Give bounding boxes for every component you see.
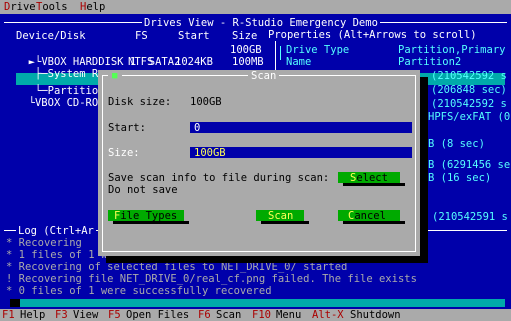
disk-size-value: 100GB [190, 96, 222, 108]
properties-panel-title: Properties (Alt+Arrows to scroll) [266, 29, 479, 41]
fn-label-help[interactable]: Help [20, 309, 45, 321]
property-value: B (8 sec) [428, 138, 485, 150]
partition-start: 1024KB [175, 56, 213, 68]
cancel-button-shadow [343, 221, 405, 224]
menu-bar: Drive Tools Help [0, 0, 511, 14]
column-size[interactable]: Size [232, 30, 257, 42]
menu-tools[interactable]: Tools [36, 1, 68, 13]
properties-tree-line [280, 46, 281, 60]
start-input[interactable]: 0 [190, 122, 412, 134]
log-text: Recovering [18, 237, 82, 249]
partition-fs: NTFS [128, 56, 154, 68]
fn-key-f6[interactable]: F6 [198, 309, 211, 321]
save-status: Do not save [108, 184, 178, 196]
dialog-title: Scan [248, 70, 280, 82]
log-line: * Recovering [6, 237, 82, 249]
property-key: Drive Type [286, 44, 350, 56]
log-panel-title: Log (Ctrl+Ar [16, 225, 96, 237]
fn-key-f10[interactable]: F10 [252, 309, 271, 321]
log-line: ! Recovering file NET_DRIVE_0/real_cf.pn… [6, 273, 417, 285]
dialog-close-button[interactable]: ■ [108, 70, 122, 81]
fn-label-view[interactable]: View [73, 309, 98, 321]
property-value: HPFS/exFAT (0 [428, 111, 511, 123]
drive-row[interactable]: └VBOX CD-RO [16, 85, 99, 109]
property-key: Name [286, 56, 312, 68]
property-value: (210542592 s [431, 98, 507, 110]
function-key-bar: F1 Help F3 View F5 Open Files F6 Scan F1… [0, 309, 511, 321]
property-value: Partition,Primary [398, 44, 506, 56]
menu-drive[interactable]: Drive [4, 1, 36, 13]
scan-button[interactable]: Scan [256, 210, 304, 222]
file-types-button[interactable]: File Types [108, 210, 184, 222]
property-value: (210542592 s [431, 70, 507, 82]
drives-panel-title: Drives View - R-Studio Emergency Demo [142, 17, 380, 29]
log-horizontal-scrollbar[interactable] [10, 299, 505, 307]
select-button-shadow [343, 183, 405, 186]
size-label: Size: [108, 147, 140, 159]
file-types-button-shadow [113, 221, 189, 224]
property-value: Partition2 [398, 56, 462, 68]
fn-label-scan[interactable]: Scan [216, 309, 241, 321]
menu-help[interactable]: Help [80, 1, 105, 13]
fn-label-open-files[interactable]: Open Files [126, 309, 189, 321]
log-marker: * [6, 249, 13, 261]
partition-size: 100MB [232, 56, 264, 68]
log-marker: ! [6, 273, 13, 285]
start-label: Start: [108, 122, 146, 134]
log-line: * 0 files of 1 were successfully recover… [6, 285, 272, 297]
fn-key-f5[interactable]: F5 [108, 309, 121, 321]
fn-label-shutdown[interactable]: Shutdown [350, 309, 401, 321]
save-scan-label: Save scan info to file during scan: [108, 172, 330, 184]
drive-size: 100GB [230, 44, 262, 56]
scan-button-shadow [261, 221, 309, 224]
property-value: B (16 sec) [428, 172, 492, 184]
property-value: B (6291456 se [428, 159, 511, 171]
fn-label-menu[interactable]: Menu [276, 309, 301, 321]
close-icon: ■ [112, 71, 118, 81]
fn-key-alt-x[interactable]: Alt-X [312, 309, 344, 321]
start-input-value: 0 [194, 122, 201, 134]
log-text: Recovering file NET_DRIVE_0/real_cf.png … [18, 273, 417, 285]
column-device[interactable]: Device/Disk [16, 30, 86, 42]
menu-tools-label: ools [42, 1, 68, 13]
size-input-value: 100GB [194, 147, 226, 159]
size-input[interactable]: 100GB [190, 147, 412, 159]
fn-key-f1[interactable]: F1 [2, 309, 15, 321]
cancel-button[interactable]: Cancel [338, 210, 400, 222]
menu-drive-label: rive [10, 1, 36, 13]
column-fs[interactable]: FS [135, 30, 148, 42]
log-marker: * [6, 285, 13, 297]
log-text: 0 files of 1 were successfully recovered [18, 285, 272, 297]
property-value: (210542591 s [432, 211, 508, 223]
disk-size-label: Disk size: [108, 96, 172, 108]
column-start[interactable]: Start [178, 30, 210, 42]
scrollbar-thumb[interactable] [10, 299, 20, 307]
select-button[interactable]: Select [338, 172, 400, 184]
drive-name: VBOX CD-RO [34, 97, 99, 109]
menu-help-label: elp [86, 1, 106, 13]
scan-dialog: ■ Scan Disk size: 100GB Start: 0 Size: 1… [98, 70, 420, 256]
property-value: (206848 sec) [431, 84, 507, 96]
log-marker: * [6, 261, 13, 273]
fn-key-f3[interactable]: F3 [55, 309, 68, 321]
log-marker: * [6, 237, 13, 249]
